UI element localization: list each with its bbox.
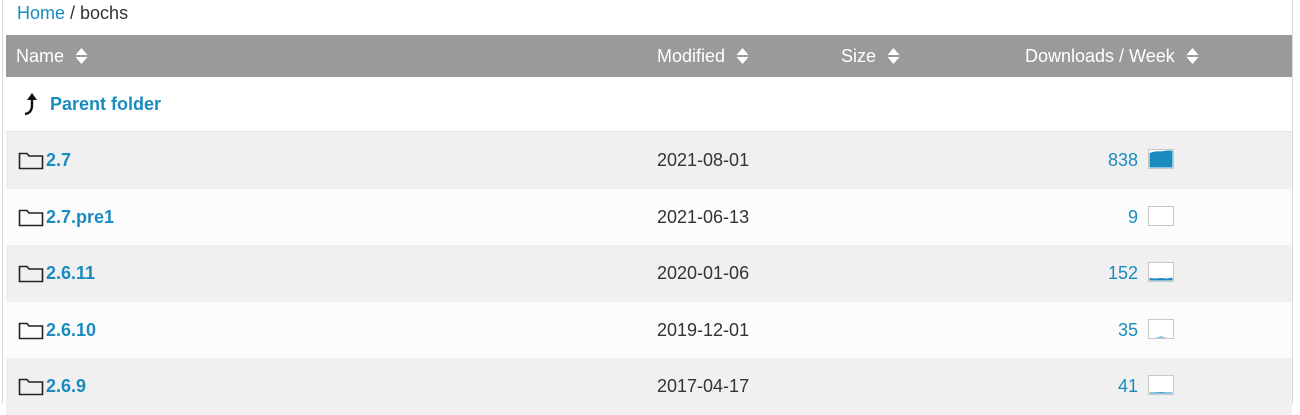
modified-date: 2021-08-01	[657, 150, 750, 170]
column-header-modified[interactable]: Modified	[657, 35, 749, 77]
column-header-downloads[interactable]: Downloads / Week	[1025, 35, 1199, 77]
folder-name-link[interactable]: 2.6.9	[46, 358, 86, 415]
downloads-count-link[interactable]: 9	[1128, 189, 1138, 246]
folder-name-link[interactable]: 2.7	[46, 132, 71, 189]
breadcrumb-current: bochs	[80, 3, 129, 23]
breadcrumb-separator: /	[65, 3, 81, 23]
column-header-name-label: Name	[16, 46, 65, 66]
downloads-count-link[interactable]: 838	[1108, 132, 1138, 189]
folder-icon	[18, 322, 44, 339]
breadcrumb-home-link[interactable]: Home	[17, 3, 65, 23]
sparkline-icon[interactable]	[1148, 318, 1174, 339]
column-header-size[interactable]: Size	[841, 35, 900, 77]
parent-folder-link[interactable]: Parent folder	[50, 77, 161, 132]
folder-name-link[interactable]: 2.7.pre1	[46, 189, 114, 246]
modified-date: 2020-01-06	[657, 263, 750, 283]
table-row[interactable]: 2.6.11 2020-01-06 152	[6, 245, 1292, 302]
table-row[interactable]: 2.7 2021-08-01 838	[6, 132, 1292, 189]
folder-icon	[18, 209, 44, 226]
folder-icon	[18, 265, 44, 283]
table-row[interactable]: 2.6.9 2017-04-17 41	[6, 358, 1292, 415]
file-browser: Home / bochs Name Modified Size Download…	[2, 0, 1293, 415]
modified-date: 2021-06-13	[657, 206, 750, 227]
parent-folder-row[interactable]: Parent folder	[6, 77, 1292, 132]
column-header-downloads-label: Downloads / Week	[1025, 46, 1175, 66]
downloads-count-link[interactable]: 152	[1108, 245, 1138, 302]
sort-icon	[736, 47, 749, 64]
column-header-modified-label: Modified	[657, 46, 726, 66]
folder-name-link[interactable]: 2.6.10	[46, 302, 96, 359]
modified-date: 2017-04-17	[657, 376, 750, 396]
sparkline-icon[interactable]	[1148, 262, 1174, 282]
downloads-count-link[interactable]: 35	[1118, 302, 1138, 359]
breadcrumb: Home / bochs	[17, 1, 128, 25]
sort-icon	[1186, 47, 1199, 64]
folder-icon	[18, 152, 44, 170]
column-header-size-label: Size	[841, 46, 877, 66]
file-list: 2.7 2021-08-01 838 2.7.pre1 2021-06-13 9 2.6.1…	[6, 132, 1292, 415]
downloads-count-link[interactable]: 41	[1118, 358, 1138, 415]
sparkline-icon[interactable]	[1148, 375, 1174, 395]
table-row[interactable]: 2.7.pre1 2021-06-13 9	[6, 188, 1292, 246]
column-header-name[interactable]: Name	[16, 35, 88, 77]
sort-icon	[887, 47, 900, 64]
folder-name-link[interactable]: 2.6.11	[46, 245, 95, 302]
sparkline-icon[interactable]	[1148, 205, 1174, 226]
table-row[interactable]: 2.6.10 2019-12-01 35	[6, 301, 1292, 359]
sort-icon	[75, 47, 88, 64]
table-header: Name Modified Size Downloads / Week	[6, 35, 1292, 77]
modified-date: 2019-12-01	[657, 319, 750, 340]
parent-folder-icon	[24, 93, 37, 116]
folder-icon	[18, 378, 44, 396]
sparkline-icon[interactable]	[1148, 149, 1174, 169]
